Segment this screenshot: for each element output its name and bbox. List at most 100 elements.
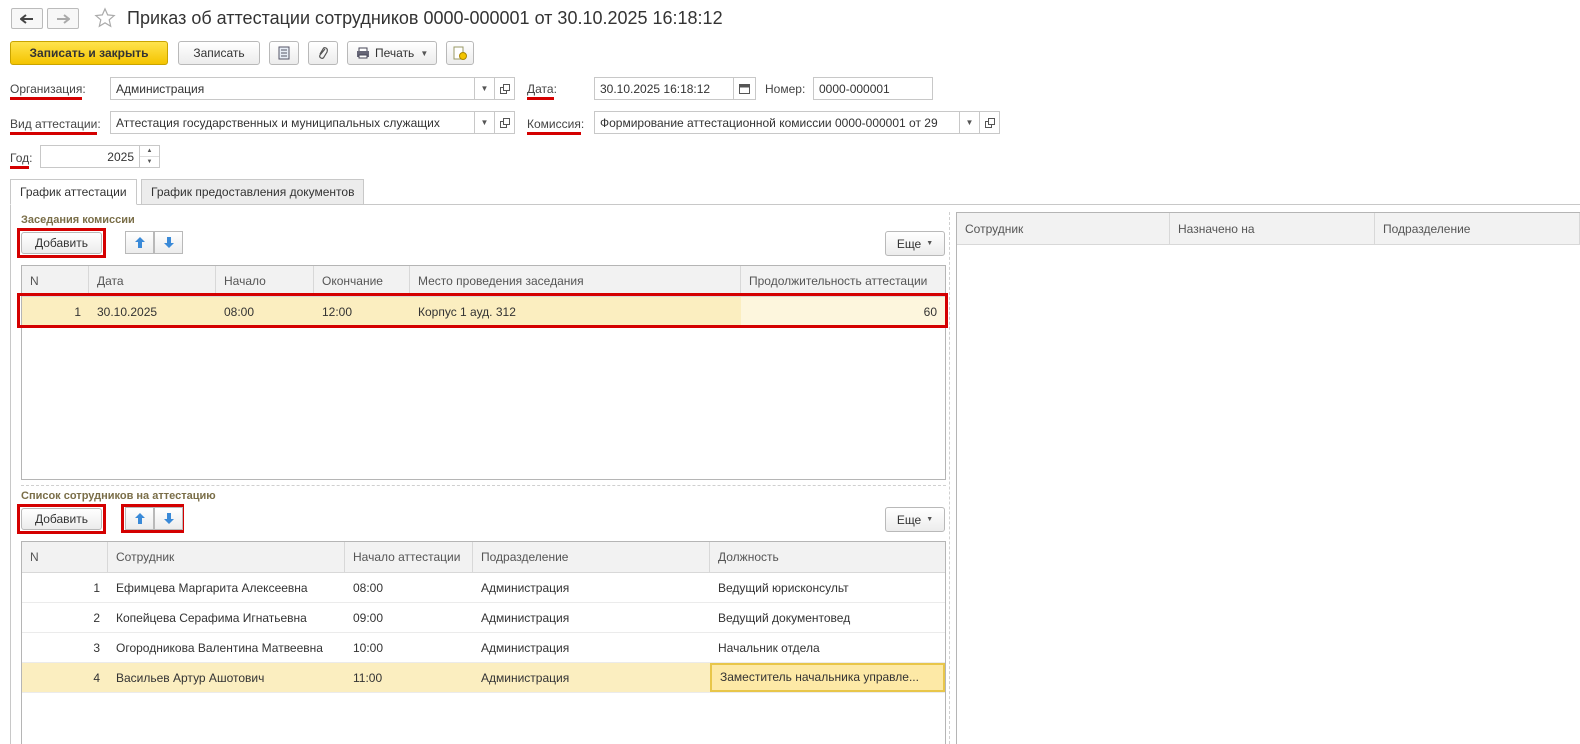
report-button[interactable] xyxy=(446,41,474,65)
column-header-date[interactable]: Дата xyxy=(89,266,216,296)
table-row[interactable]: 1 Ефимцева Маргарита Алексеевна 08:00 Ад… xyxy=(22,573,945,603)
table-row[interactable]: 4 Васильев Артур Ашотович 11:00 Админист… xyxy=(22,663,945,693)
chevron-down-icon: ▼ xyxy=(420,48,429,58)
cell-department: Администрация xyxy=(481,640,570,655)
cell-department: Администрация xyxy=(481,670,570,685)
organization-dropdown[interactable]: ▼ xyxy=(475,77,495,100)
chevron-down-icon: ▼ xyxy=(480,118,489,127)
commission-dropdown[interactable]: ▼ xyxy=(960,111,980,134)
cell-n: 4 xyxy=(93,670,100,685)
cell-employee: Огородникова Валентина Матвеевна xyxy=(116,640,323,655)
back-button[interactable] xyxy=(11,8,43,29)
column-header-n[interactable]: N xyxy=(22,542,108,572)
chevron-down-icon: ▼ xyxy=(926,516,934,523)
cell-position: Ведущий юрисконсульт xyxy=(718,580,849,595)
cell-start: 11:00 xyxy=(353,670,383,685)
session-row-highlight xyxy=(17,293,948,328)
employees-table-header: N Сотрудник Начало аттестации Подразделе… xyxy=(22,542,945,573)
column-header-start[interactable]: Начало аттестации xyxy=(345,542,473,572)
sessions-move-up-button[interactable] xyxy=(125,231,154,254)
cell-position: Ведущий документовед xyxy=(718,610,851,625)
print-button[interactable]: Печать ▼ xyxy=(347,41,437,65)
printer-icon xyxy=(357,47,369,59)
sessions-add-button[interactable]: Добавить xyxy=(21,232,102,254)
attestation-type-dropdown[interactable]: ▼ xyxy=(475,111,495,134)
forward-button[interactable] xyxy=(47,8,79,29)
column-header-department[interactable]: Подразделение xyxy=(1375,213,1580,244)
panel-splitter[interactable] xyxy=(949,212,950,744)
open-window-icon xyxy=(499,117,510,128)
column-header-department[interactable]: Подразделение xyxy=(473,542,710,572)
sessions-more-button[interactable]: Еще ▼ xyxy=(885,231,945,256)
column-header-start[interactable]: Начало xyxy=(216,266,314,296)
cell-employee: Васильев Артур Ашотович xyxy=(116,670,265,685)
table-row[interactable]: 2 Копейцева Серафима Игнатьевна 09:00 Ад… xyxy=(22,603,945,633)
cell-department: Администрация xyxy=(481,610,570,625)
save-button[interactable]: Записать xyxy=(178,41,260,65)
column-header-position[interactable]: Должность xyxy=(710,542,945,572)
cell-n: 1 xyxy=(93,580,100,595)
employees-move-up-button[interactable] xyxy=(125,507,154,530)
open-window-icon xyxy=(984,117,995,128)
table-row[interactable]: 3 Огородникова Валентина Матвеевна 10:00… xyxy=(22,633,945,663)
report-icon xyxy=(453,46,467,60)
chevron-down-icon: ▼ xyxy=(480,84,489,93)
attestation-type-label: Вид аттестации: xyxy=(10,117,101,135)
column-header-assigned-to[interactable]: Назначено на xyxy=(1170,213,1375,244)
tab-attestation-schedule[interactable]: График аттестации xyxy=(10,179,137,205)
year-field[interactable]: 2025 xyxy=(40,145,140,168)
section-splitter[interactable] xyxy=(21,485,946,486)
save-and-close-button[interactable]: Записать и закрыть xyxy=(10,41,168,65)
cell-start: 10:00 xyxy=(353,640,384,655)
attestation-type-field[interactable]: Аттестация государственных и муниципальн… xyxy=(110,111,475,134)
organization-field[interactable]: Администрация xyxy=(110,77,475,100)
favorite-star-icon[interactable] xyxy=(94,7,116,32)
cell-department: Администрация xyxy=(481,580,570,595)
cell-employee: Копейцева Серафима Игнатьевна xyxy=(116,610,307,625)
column-header-duration[interactable]: Продолжительность аттестации xyxy=(741,266,945,296)
tab-documents-schedule[interactable]: График предоставления документов xyxy=(141,179,365,205)
arrow-down-icon xyxy=(163,237,174,248)
arrow-down-icon xyxy=(163,513,174,524)
employees-move-down-button[interactable] xyxy=(154,507,183,530)
commission-field[interactable]: Формирование аттестационной комиссии 000… xyxy=(594,111,960,134)
date-field[interactable]: 30.10.2025 16:18:12 xyxy=(594,77,734,100)
assigned-employees-table: Сотрудник Назначено на Подразделение xyxy=(956,212,1580,744)
year-stepper[interactable]: ▲ ▼ xyxy=(140,145,160,168)
employees-section-title: Список сотрудников на аттестацию xyxy=(21,490,216,502)
number-field[interactable]: 0000-000001 xyxy=(813,77,933,100)
column-header-employee[interactable]: Сотрудник xyxy=(108,542,345,572)
chevron-down-icon: ▼ xyxy=(965,118,974,127)
assigned-table-header: Сотрудник Назначено на Подразделение xyxy=(957,213,1580,245)
attestation-type-open-button[interactable] xyxy=(495,111,515,134)
attach-button[interactable] xyxy=(308,41,338,65)
organization-open-button[interactable] xyxy=(495,77,515,100)
employees-more-button[interactable]: Еще ▼ xyxy=(885,507,945,532)
arrow-up-icon xyxy=(134,237,145,248)
organization-label: Организация: xyxy=(10,82,86,100)
column-header-place[interactable]: Место проведения заседания xyxy=(410,266,741,296)
commission-label: Комиссия: xyxy=(527,117,584,135)
chevron-up-icon[interactable]: ▲ xyxy=(140,146,159,157)
document-list-button[interactable] xyxy=(269,41,299,65)
panel-left-border xyxy=(10,205,11,744)
calendar-button[interactable] xyxy=(734,77,756,100)
employees-table: N Сотрудник Начало аттестации Подразделе… xyxy=(21,541,946,744)
sessions-move-down-button[interactable] xyxy=(154,231,183,254)
print-label: Печать xyxy=(375,46,415,60)
list-icon xyxy=(278,46,290,60)
chevron-down-icon: ▼ xyxy=(926,240,934,247)
arrow-right-icon xyxy=(57,13,70,24)
employees-add-button[interactable]: Добавить xyxy=(21,508,102,530)
cell-n: 2 xyxy=(93,610,100,625)
column-header-n[interactable]: N xyxy=(22,266,89,296)
cell-position-editing[interactable]: Заместитель начальника управле... xyxy=(710,663,945,692)
column-header-end[interactable]: Окончание xyxy=(314,266,410,296)
chevron-down-icon[interactable]: ▼ xyxy=(140,157,159,167)
employees-more-label: Еще xyxy=(896,512,922,527)
arrow-up-icon xyxy=(134,513,145,524)
column-header-employee[interactable]: Сотрудник xyxy=(957,213,1170,244)
sessions-more-label: Еще xyxy=(896,236,922,251)
commission-open-button[interactable] xyxy=(980,111,1000,134)
number-label: Номер: xyxy=(765,82,806,96)
